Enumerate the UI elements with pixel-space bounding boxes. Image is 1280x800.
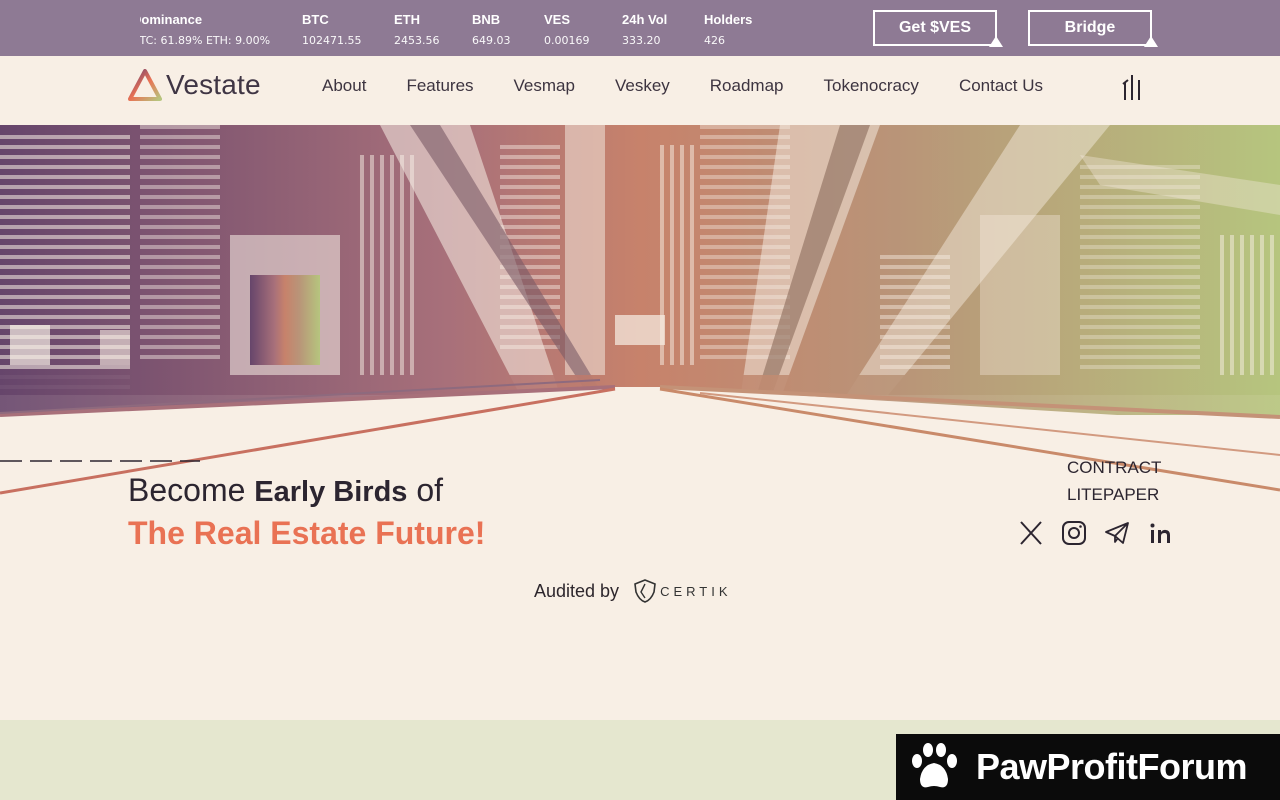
bridge-label: Bridge [1064, 19, 1116, 36]
nav-link-features[interactable]: Features [406, 76, 473, 96]
price-ticker: Dominance BTC: 61.89% ETH: 9.00% BTC 102… [140, 0, 860, 56]
telegram-icon[interactable] [1104, 520, 1130, 546]
ticker-label: Dominance [140, 12, 203, 27]
ticker-item-holders: Holders 426 [704, 12, 752, 47]
headline-line-1: Become Early Birds of [128, 472, 485, 509]
watermark-text: PawProfitForum [976, 746, 1248, 787]
logo-text: Vestate [166, 69, 261, 100]
ticker-value: BTC: 61.89% ETH: 9.00% [140, 34, 271, 47]
certik-shield-icon [634, 579, 656, 603]
audited-by-label: Audited by [534, 580, 620, 601]
ticker-item-eth: ETH 2453.56 [394, 12, 440, 47]
headline-line-2: The Real Estate Future! [128, 515, 486, 551]
ticker-label: 24h Vol [622, 12, 668, 27]
ticker-item-btc: BTC 102471.55 [302, 12, 362, 47]
paw-icon [912, 743, 957, 788]
contract-link[interactable]: CONTRACT [1067, 454, 1161, 481]
ticker-label: BNB [472, 12, 501, 27]
bridge-button[interactable]: Bridge [1028, 10, 1158, 47]
get-ves-label: Get $VES [898, 19, 972, 36]
ticker-label: Holders [704, 12, 753, 27]
ticker-value: 102471.55 [302, 34, 362, 47]
audited-by: Audited by CERTIK [534, 578, 732, 604]
ticker-value: 333.20 [622, 34, 661, 47]
ticker-label: VES [544, 12, 571, 27]
certik-badge[interactable]: CERTIK [633, 578, 731, 604]
ticker-item-ves: VES 0.00169 [544, 12, 590, 47]
logo[interactable]: Vestate [128, 69, 261, 101]
ticker-item-dominance: Dominance BTC: 61.89% ETH: 9.00% [140, 12, 270, 47]
nav-link-about[interactable]: About [322, 76, 366, 96]
hero-side-links: CONTRACT LITEPAPER [1067, 454, 1161, 508]
headline-word-become: Become [128, 472, 246, 508]
social-links [1018, 520, 1190, 546]
nav-link-contact[interactable]: Contact Us [959, 76, 1043, 96]
ticker-label: BTC [302, 12, 329, 27]
main-nav: Vestate About Features Vesmap Veskey Roa… [0, 56, 1280, 125]
city-street-illustration [0, 125, 1280, 720]
nav-link-veskey[interactable]: Veskey [615, 76, 670, 96]
hero-headline: Become Early Birds of The Real Estate Fu… [128, 472, 485, 552]
nav-link-roadmap[interactable]: Roadmap [710, 76, 784, 96]
headline-word-early-birds: Early Birds [254, 476, 408, 508]
ticker-item-bnb: BNB 649.03 [472, 12, 511, 47]
nav-links: About Features Vesmap Veskey Roadmap Tok… [322, 76, 1083, 96]
certik-text: CERTIK [660, 583, 732, 599]
corner-triangle-icon [989, 36, 1003, 47]
x-icon[interactable] [1018, 520, 1044, 546]
vestate-logo-icon [128, 69, 162, 101]
instagram-icon[interactable] [1061, 520, 1087, 546]
get-ves-button[interactable]: Get $VES [873, 10, 1003, 47]
ticker-label: ETH [394, 12, 420, 27]
ticker-value: 649.03 [472, 34, 511, 47]
ticker-item-volume: 24h Vol 333.20 [622, 12, 667, 47]
corner-triangle-icon [1144, 36, 1158, 47]
nav-link-tokenocracy[interactable]: Tokenocracy [824, 76, 919, 96]
hero-section: Become Early Birds of The Real Estate Fu… [0, 125, 1280, 720]
nav-link-vesmap[interactable]: Vesmap [514, 76, 575, 96]
linkedin-icon[interactable] [1147, 520, 1173, 546]
litepaper-link[interactable]: LITEPAPER [1067, 481, 1161, 508]
headline-word-of: of [416, 472, 443, 508]
ticker-value: 426 [704, 34, 725, 47]
ticker-bar: Dominance BTC: 61.89% ETH: 9.00% BTC 102… [0, 0, 1280, 56]
ticker-value: 0.00169 [544, 34, 590, 47]
ticker-value: 2453.56 [394, 34, 440, 47]
watermark: PawProfitForum [896, 734, 1280, 800]
menu-icon[interactable] [1120, 74, 1146, 102]
